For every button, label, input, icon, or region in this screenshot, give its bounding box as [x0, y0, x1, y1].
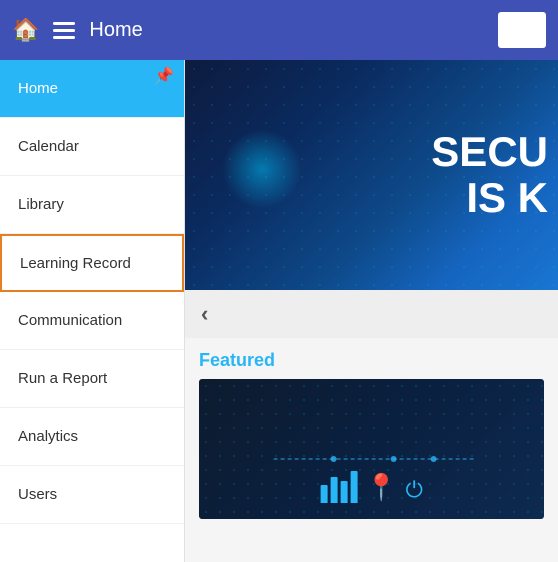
pin-icon: 📌	[154, 66, 174, 86]
hero-glow	[222, 129, 302, 209]
main-layout: 📌 Home Calendar Library Learning Record …	[0, 60, 558, 562]
featured-card-icons: 📍 ⏻	[320, 471, 423, 503]
sidebar-item-label: Learning Record	[20, 255, 131, 272]
content-area: SECU IS K ‹ Featured 📍	[185, 60, 558, 562]
bar-1	[320, 485, 327, 503]
nav-arrow-area: ‹	[185, 290, 558, 338]
menu-icon[interactable]	[53, 22, 75, 39]
location-pin-icon: 📍	[365, 472, 397, 503]
featured-card[interactable]: 📍 ⏻	[199, 379, 544, 519]
sidebar-item-learning-record[interactable]: Learning Record	[0, 234, 184, 292]
hero-banner: SECU IS K	[185, 60, 558, 290]
bar-3	[340, 481, 347, 503]
sidebar-item-label: Calendar	[18, 138, 79, 155]
bar-chart-icon	[320, 471, 357, 503]
hero-text: SECU IS K	[431, 129, 558, 221]
sidebar-item-calendar[interactable]: Calendar	[0, 118, 184, 176]
hero-text-line1: SECU	[431, 129, 548, 175]
back-arrow[interactable]: ‹	[201, 301, 208, 327]
sidebar-item-analytics[interactable]: Analytics	[0, 408, 184, 466]
bar-4	[350, 471, 357, 503]
sidebar-item-label: Run a Report	[18, 370, 107, 387]
search-box[interactable]	[498, 12, 546, 48]
featured-label: Featured	[199, 350, 544, 371]
sidebar-item-label: Users	[18, 486, 57, 503]
home-icon[interactable]: 🏠	[12, 17, 39, 43]
sidebar-item-label: Analytics	[18, 428, 78, 445]
sidebar-item-library[interactable]: Library	[0, 176, 184, 234]
sidebar-item-label: Home	[18, 80, 58, 97]
bar-2	[330, 477, 337, 503]
sidebar: 📌 Home Calendar Library Learning Record …	[0, 60, 185, 562]
sidebar-item-label: Library	[18, 196, 64, 213]
header: 🏠 Home	[0, 0, 558, 60]
sidebar-item-run-a-report[interactable]: Run a Report	[0, 350, 184, 408]
power-icon: ⏻	[405, 477, 422, 503]
sidebar-item-users[interactable]: Users	[0, 466, 184, 524]
header-title: Home	[89, 19, 142, 42]
sidebar-item-communication[interactable]: Communication	[0, 292, 184, 350]
connection-lines	[227, 451, 520, 467]
sidebar-item-label: Communication	[18, 312, 122, 329]
hero-text-line2: IS K	[431, 175, 548, 221]
featured-section: Featured 📍 ⏻	[185, 338, 558, 527]
